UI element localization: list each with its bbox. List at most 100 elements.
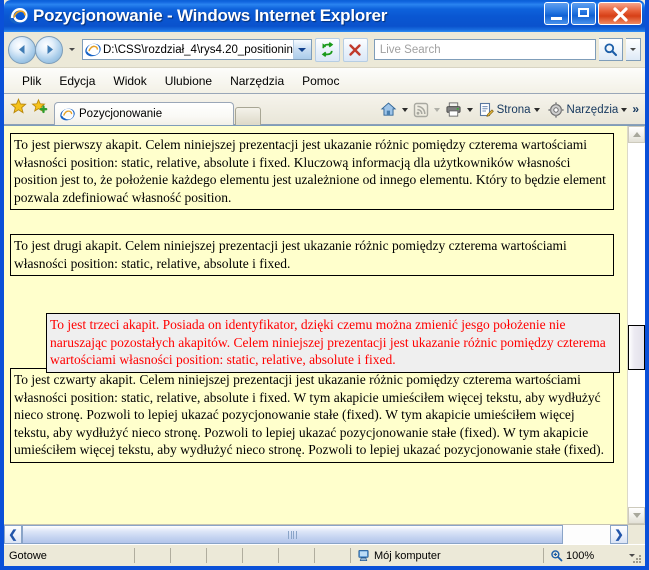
maximize-button[interactable] [571, 2, 596, 25]
scroll-up-button[interactable] [628, 126, 645, 143]
status-bar: Gotowe Mój komputer 100% [4, 544, 645, 566]
search-go-button[interactable] [599, 38, 623, 61]
status-segment [206, 548, 242, 563]
favorites-buttons [10, 98, 48, 124]
page-favicon-icon [85, 42, 101, 58]
scrollbar-corner [628, 525, 645, 544]
home-button[interactable] [377, 100, 400, 119]
forward-button[interactable] [35, 35, 63, 64]
rss-feed-icon [413, 102, 428, 117]
page-icon [479, 102, 494, 117]
chevron-down-icon [632, 513, 641, 518]
new-tab-button[interactable] [235, 107, 261, 125]
vertical-scroll-thumb[interactable] [628, 325, 645, 370]
paragraph-fourth: To jest czwarty akapit. Celem niniejszej… [10, 368, 614, 463]
horizontal-scrollbar[interactable]: ❮ ❯ [4, 524, 645, 544]
my-computer-icon [358, 549, 369, 561]
status-segment [134, 548, 170, 563]
home-icon [380, 102, 396, 116]
tab-label: Pozycjonowanie [79, 108, 163, 120]
add-to-favorites-button[interactable] [31, 98, 48, 118]
menu-item-favorites[interactable]: Ulubione [156, 72, 221, 90]
search-icon [604, 43, 618, 57]
vertical-scroll-track[interactable] [628, 143, 645, 507]
chevron-down-icon [298, 47, 307, 52]
scroll-down-button[interactable] [628, 507, 645, 524]
window-controls [544, 2, 642, 25]
status-segment [314, 548, 350, 563]
paragraph-third-relative: To jest trzeci akapit. Posiada on identy… [46, 313, 620, 373]
tools-menu-button[interactable]: Narzędzia [545, 101, 631, 119]
page-content: To jest pierwszy akapit. Celem niniejsze… [4, 126, 627, 524]
title-bar: Pozycjonowanie - Windows Internet Explor… [4, 0, 645, 32]
back-button[interactable] [8, 35, 36, 64]
zoom-magnifier-icon [551, 550, 563, 562]
security-zone-label: Mój komputer [374, 549, 441, 562]
close-icon [613, 7, 628, 22]
star-icon [10, 98, 27, 114]
resize-grip[interactable] [631, 553, 643, 565]
command-bar: Strona Narzędzia » [377, 100, 645, 124]
menu-item-file[interactable]: Plik [13, 72, 50, 90]
tools-menu-label: Narzędzia [566, 103, 619, 116]
security-zone-indicator[interactable]: Mój komputer [350, 548, 543, 563]
status-message: Gotowe [9, 549, 47, 562]
home-dropdown-chevron-icon[interactable] [401, 107, 408, 112]
address-toolbar: D:\CSS\rozdział_4\rys4.20_positionin Liv… [4, 32, 645, 68]
menu-item-view[interactable]: Widok [104, 72, 155, 90]
status-segment [278, 548, 314, 563]
scroll-right-button[interactable]: ❯ [610, 525, 628, 544]
feeds-button[interactable] [410, 101, 432, 119]
scroll-left-button[interactable]: ❮ [4, 525, 22, 544]
address-bar[interactable]: D:\CSS\rozdział_4\rys4.20_positionin [82, 39, 312, 60]
tab-favicon-icon [60, 108, 75, 120]
arrow-right-icon [47, 45, 53, 54]
feeds-dropdown-chevron-icon [433, 107, 440, 112]
zoom-level-label: 100% [566, 549, 595, 562]
window-title: Pozycjonowanie - Windows Internet Explor… [33, 6, 388, 25]
print-button[interactable] [442, 100, 465, 119]
horizontal-scroll-thumb[interactable] [22, 525, 563, 544]
page-menu-button[interactable]: Strona [475, 101, 543, 119]
stop-x-icon [349, 43, 362, 56]
history-dropdown-button[interactable] [66, 48, 77, 51]
chevron-up-icon [632, 132, 641, 137]
browser-window: Pozycjonowanie - Windows Internet Explor… [0, 0, 649, 570]
menu-item-help[interactable]: Pomoc [293, 72, 348, 90]
page-chevron-icon [533, 107, 540, 112]
status-segment [170, 548, 206, 563]
minimize-button[interactable] [544, 2, 569, 25]
menu-item-edit[interactable]: Edycja [50, 72, 104, 90]
printer-icon [446, 102, 461, 117]
refresh-button[interactable] [314, 37, 340, 62]
chevron-down-icon [630, 48, 636, 51]
refresh-icon [321, 42, 334, 57]
print-dropdown-chevron-icon[interactable] [466, 107, 473, 112]
search-placeholder: Live Search [379, 43, 441, 56]
star-plus-icon [31, 98, 48, 114]
favorites-center-button[interactable] [10, 98, 27, 118]
scroll-grip-icon [288, 530, 297, 539]
horizontal-scroll-track[interactable] [22, 525, 610, 544]
chevron-down-icon [68, 48, 75, 51]
paragraph-first: To jest pierwszy akapit. Celem niniejsze… [10, 133, 614, 210]
search-input[interactable]: Live Search [373, 39, 596, 60]
close-button[interactable] [598, 2, 642, 25]
tab-pozycjonowanie[interactable]: Pozycjonowanie [54, 102, 234, 125]
internet-explorer-icon [9, 6, 29, 26]
arrow-left-icon [18, 45, 24, 54]
toolbar-overflow-button[interactable]: » [632, 100, 639, 116]
vertical-scrollbar[interactable] [627, 126, 645, 524]
stop-button[interactable] [342, 37, 368, 62]
menu-bar: Plik Edycja Widok Ulubione Narzędzia Pom… [4, 68, 645, 94]
tools-chevron-icon [621, 107, 628, 112]
search-provider-dropdown[interactable] [626, 38, 641, 61]
zoom-control[interactable]: 100% [543, 548, 645, 563]
gear-icon [547, 101, 564, 118]
address-input-value[interactable]: D:\CSS\rozdział_4\rys4.20_positionin [103, 44, 293, 56]
page-menu-label: Strona [496, 103, 531, 116]
tab-bar: Pozycjonowanie Strona Narzędzia » [4, 94, 645, 125]
paragraph-second: To jest drugi akapit. Celem niniejszej p… [10, 234, 614, 276]
menu-item-tools[interactable]: Narzędzia [221, 72, 293, 90]
address-dropdown-button[interactable] [292, 40, 311, 59]
